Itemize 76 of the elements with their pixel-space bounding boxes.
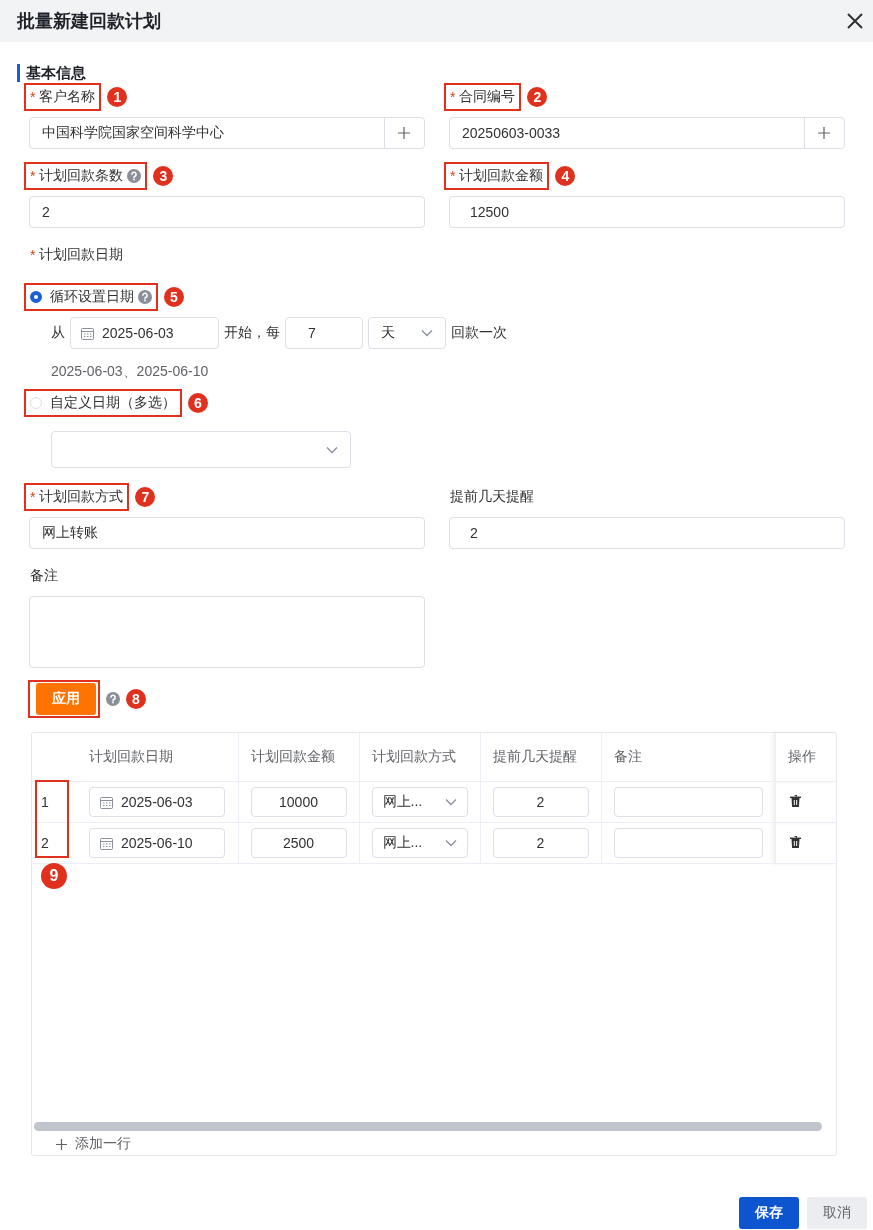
save-button[interactable]: 保存 (739, 1197, 799, 1229)
number-field[interactable]: 10000 (250, 787, 347, 817)
field-label: 计划回款日期 (39, 246, 124, 264)
callout-badge: 7 (135, 487, 156, 507)
text-field[interactable]: 2 (29, 196, 425, 228)
required-mark: * (30, 89, 36, 105)
field-label: 客户名称 (39, 88, 96, 106)
close-icon[interactable] (847, 13, 863, 29)
column-header: 计划回款日期 (77, 733, 238, 782)
trash-icon[interactable] (789, 836, 801, 848)
chevron-down-icon (326, 445, 338, 454)
number-field[interactable]: 2 (492, 828, 589, 858)
calendar-icon (81, 326, 94, 340)
date-field[interactable]: 2025-06-10 (89, 828, 225, 858)
remark-field[interactable] (613, 787, 763, 817)
callout-badge: 9 (41, 863, 67, 889)
field-label: 备注 (30, 567, 58, 585)
option-label: 循环设置日期 (50, 288, 134, 306)
required-mark: * (450, 89, 456, 105)
required-mark: * (30, 489, 36, 505)
unit-select[interactable]: 天 (368, 317, 446, 349)
chevron-down-icon (444, 798, 457, 806)
chevron-down-icon (444, 839, 457, 847)
add-row-link[interactable]: 添加一行 (56, 1135, 131, 1153)
method-select[interactable]: 网上... (371, 828, 468, 858)
required-mark: * (30, 168, 36, 184)
callout-badge: 8 (126, 689, 146, 709)
column-header: 计划回款方式 (359, 733, 480, 782)
section-title: 基本信息 (17, 64, 845, 82)
chevron-down-icon (421, 329, 433, 337)
text-field[interactable]: 20250603-0033 (449, 117, 845, 149)
trash-icon[interactable] (789, 795, 801, 807)
number-field[interactable]: 2500 (250, 828, 347, 858)
field-label: 计划回款方式 (39, 488, 124, 506)
text-field[interactable]: 网上转账 (29, 517, 425, 549)
row-number: 2 (31, 822, 77, 864)
column-header: 备注 (601, 733, 775, 782)
calendar-icon (100, 795, 113, 809)
field-label: 提前几天提醒 (450, 488, 534, 506)
field-label: 计划回款条数 (39, 167, 124, 185)
date-field[interactable]: 2025-06-03 (89, 787, 225, 817)
column-header: 提前几天提醒 (480, 733, 601, 782)
date-select[interactable] (51, 431, 351, 468)
callout-badge: 4 (555, 166, 576, 186)
callout-badge: 1 (107, 87, 128, 107)
option-label: 自定义日期（多选） (50, 394, 176, 412)
number-field[interactable]: 12500 (449, 196, 845, 228)
field-label: 合同编号 (459, 88, 516, 106)
callout-badge: 6 (188, 393, 208, 413)
dialog-title: 批量新建回款计划 (17, 10, 161, 33)
method-select[interactable]: 网上... (371, 787, 468, 817)
cancel-button[interactable]: 取消 (807, 1197, 867, 1229)
date-field[interactable]: 2025-06-03 (70, 317, 219, 349)
field-text: 开始，每 (224, 324, 280, 342)
row-number: 1 (31, 781, 77, 823)
field-text: 从 (51, 324, 65, 342)
callout-badge: 5 (164, 287, 184, 307)
required-mark: * (30, 247, 36, 263)
column-header: 操作 (775, 733, 837, 782)
remark-field[interactable] (29, 596, 425, 668)
callout-badge: 2 (527, 87, 548, 107)
date-preview: 2025-06-03、2025-06-10 (51, 363, 210, 381)
plus-icon (56, 1138, 67, 1150)
number-field[interactable]: 2 (449, 517, 845, 549)
text-field[interactable]: 中国科学院国家空间科学中心 (29, 117, 425, 149)
required-mark: * (450, 168, 456, 184)
field-text: 回款一次 (451, 324, 507, 342)
calendar-icon (100, 836, 113, 850)
callout-badge: 3 (153, 166, 174, 186)
number-field[interactable]: 7 (285, 317, 363, 349)
number-field[interactable]: 2 (492, 787, 589, 817)
field-label: 计划回款金额 (459, 167, 544, 185)
remark-field[interactable] (613, 828, 763, 858)
scrollbar[interactable] (34, 1122, 822, 1131)
column-header: 计划回款金额 (238, 733, 359, 782)
radio-button[interactable] (30, 291, 42, 303)
